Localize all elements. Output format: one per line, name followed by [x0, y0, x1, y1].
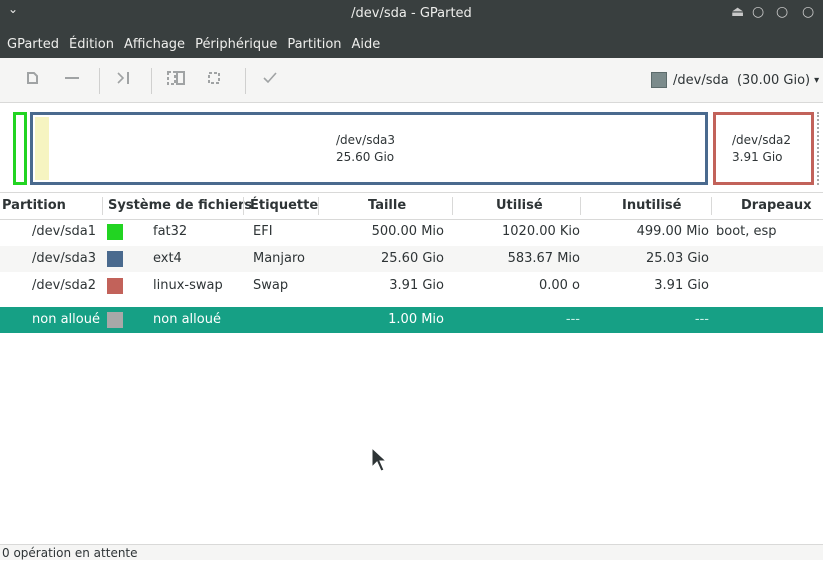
- col-separator: [102, 197, 103, 215]
- used-space-fill: [35, 117, 49, 180]
- cell-unused: 25.03 Gio: [646, 251, 709, 266]
- col-unused[interactable]: Inutilisé: [622, 198, 681, 213]
- col-separator: [318, 197, 319, 215]
- partition-map-sda2-name: /dev/sda2: [732, 133, 792, 147]
- filesystem-color-swatch: [107, 312, 123, 328]
- menu-edition[interactable]: Édition: [64, 35, 119, 55]
- eject-icon[interactable]: ⏏: [731, 4, 744, 20]
- menu-peripherique[interactable]: Périphérique: [190, 35, 282, 55]
- menu-aide[interactable]: Aide: [347, 35, 386, 55]
- menu-partition[interactable]: Partition: [282, 35, 346, 55]
- cell-partition: /dev/sda3: [32, 251, 96, 266]
- cell-unused: 499.00 Mio: [636, 224, 709, 239]
- col-separator: [711, 197, 712, 215]
- cell-size: 25.60 Gio: [381, 251, 444, 266]
- filesystem-color-swatch: [107, 251, 123, 267]
- toolbar: /dev/sda (30.00 Gio) ▾: [0, 58, 823, 103]
- title-bar: ⌄ /dev/sda - GParted ⏏ ○ ○ ○ GParted Édi…: [0, 0, 823, 58]
- cell-unused: 3.91 Gio: [654, 278, 709, 293]
- window-title: /dev/sda - GParted: [351, 6, 472, 21]
- new-partition-icon[interactable]: [22, 70, 44, 92]
- delete-icon[interactable]: [61, 70, 83, 92]
- resize-move-icon[interactable]: [113, 70, 135, 92]
- filesystem-color-swatch: [107, 224, 123, 240]
- cell-used: 583.67 Mio: [507, 251, 580, 266]
- cell-used: 1020.00 Kio: [502, 224, 580, 239]
- menu-bar: GParted Édition Affichage Périphérique P…: [0, 35, 385, 55]
- cell-label: Manjaro: [253, 251, 306, 266]
- partition-map-sda2-size: 3.91 Gio: [732, 150, 783, 164]
- col-separator: [580, 197, 581, 215]
- menu-gparted[interactable]: GParted: [0, 35, 64, 55]
- cell-partition: /dev/sda1: [32, 224, 96, 239]
- status-bar: 0 opération en attente: [0, 544, 823, 560]
- cell-used: ---: [565, 312, 580, 327]
- close-button[interactable]: ○: [802, 4, 814, 20]
- partition-block-sda1[interactable]: [13, 112, 27, 185]
- cell-filesystem: linux-swap: [153, 278, 223, 293]
- col-used[interactable]: Utilisé: [496, 198, 543, 213]
- toolbar-separator: [245, 68, 246, 94]
- table-row[interactable]: /dev/sda2 linux-swap Swap 3.91 Gio 0.00 …: [0, 273, 823, 299]
- cell-flags: boot, esp: [716, 224, 777, 239]
- cell-size: 3.91 Gio: [389, 278, 444, 293]
- toolbar-separator: [99, 68, 100, 94]
- filesystem-color-swatch: [107, 278, 123, 294]
- col-flags[interactable]: Drapeaux: [741, 198, 812, 213]
- partition-map-sda3-label: /dev/sda3 25.60 Gio: [336, 132, 395, 166]
- cell-size: 500.00 Mio: [371, 224, 444, 239]
- paste-icon[interactable]: [203, 70, 225, 92]
- cell-unused: ---: [694, 312, 709, 327]
- partition-map-sda3-name: /dev/sda3: [336, 133, 396, 147]
- col-separator: [243, 197, 244, 215]
- disk-icon: [651, 72, 667, 88]
- partition-map-sda2-label: /dev/sda2 3.91 Gio: [732, 132, 791, 166]
- cell-partition: /dev/sda2: [32, 278, 96, 293]
- table-header: Partition Système de fichiers Étiquette …: [0, 192, 823, 220]
- maximize-button[interactable]: ○: [776, 4, 788, 20]
- col-filesystem[interactable]: Système de fichiers: [108, 198, 252, 213]
- col-partition[interactable]: Partition: [2, 198, 66, 213]
- apply-icon[interactable]: [259, 70, 281, 92]
- table-row-selected[interactable]: non alloué non alloué 1.00 Mio --- ---: [0, 307, 823, 333]
- cell-partition: non alloué: [32, 312, 100, 327]
- col-size[interactable]: Taille: [368, 198, 406, 213]
- cell-filesystem: fat32: [153, 224, 188, 239]
- table-row[interactable]: /dev/sda1 fat32 EFI 500.00 Mio 1020.00 K…: [0, 219, 823, 245]
- cell-used: 0.00 o: [538, 278, 580, 293]
- mouse-cursor-icon: [371, 447, 388, 472]
- cell-filesystem: non alloué: [153, 312, 221, 327]
- device-selector-label: /dev/sda (30.00 Gio): [673, 72, 811, 88]
- chevron-down-icon: ▾: [814, 74, 820, 86]
- toolbar-separator: [151, 68, 152, 94]
- cell-filesystem: ext4: [153, 251, 182, 266]
- table-row[interactable]: /dev/sda3 ext4 Manjaro 25.60 Gio 583.67 …: [0, 246, 823, 272]
- copy-icon[interactable]: [165, 70, 187, 92]
- partition-block-unallocated[interactable]: [817, 112, 822, 185]
- partition-map: /dev/sda3 25.60 Gio /dev/sda2 3.91 Gio: [0, 103, 823, 191]
- cell-label: Swap: [253, 278, 289, 293]
- cell-label: EFI: [253, 224, 273, 239]
- partition-map-sda3-size: 25.60 Gio: [336, 150, 395, 164]
- col-separator: [452, 197, 453, 215]
- col-label[interactable]: Étiquette: [250, 198, 318, 213]
- menu-affichage[interactable]: Affichage: [119, 35, 190, 55]
- cell-size: 1.00 Mio: [388, 312, 444, 327]
- device-selector[interactable]: /dev/sda (30.00 Gio) ▾: [643, 66, 823, 94]
- minimize-button[interactable]: ○: [752, 4, 764, 20]
